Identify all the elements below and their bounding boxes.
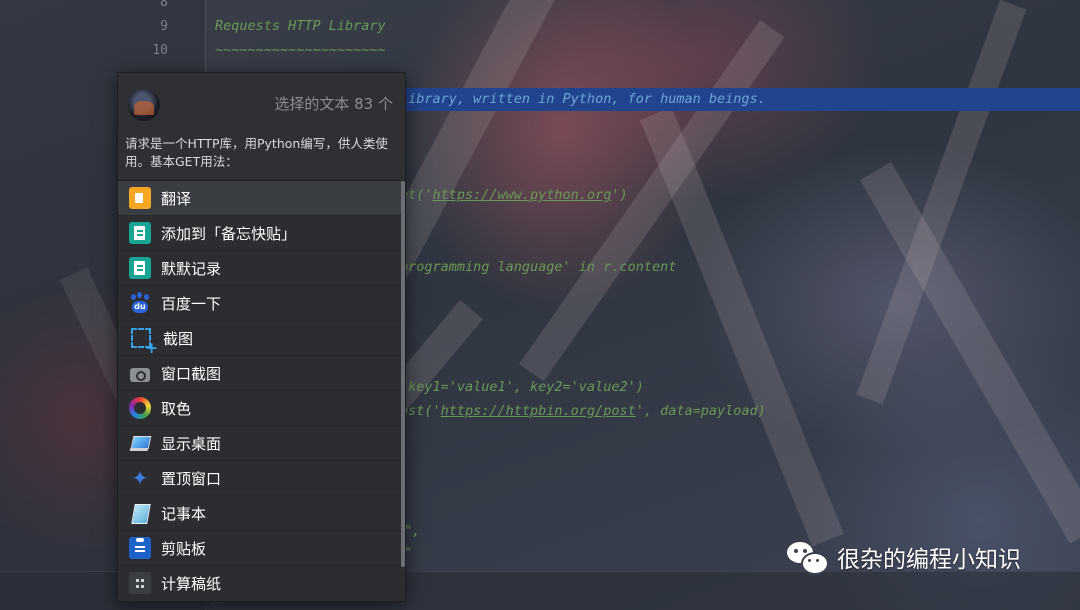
menu-item-label: 窗口截图 bbox=[161, 364, 222, 383]
baidu-icon: du bbox=[129, 292, 151, 314]
menu-item-label: 截图 bbox=[163, 329, 194, 348]
menu-item-clipboard[interactable]: 剪贴板 bbox=[118, 531, 405, 566]
clipboard-icon bbox=[129, 537, 151, 559]
wechat-icon bbox=[787, 540, 829, 575]
menu-item-window-screenshot[interactable]: 窗口截图 bbox=[118, 356, 405, 391]
menu-item-add-to-memo[interactable]: 添加到「备忘快贴」 bbox=[118, 216, 405, 251]
menu-item-label: 剪贴板 bbox=[161, 539, 207, 558]
line-number: 10 bbox=[152, 43, 168, 58]
line-number: 9 bbox=[160, 19, 168, 34]
url-link[interactable]: https://www.python.org bbox=[433, 187, 612, 203]
action-menu: 翻译 添加到「备忘快贴」 默默记录 du 百度一下 截图 窗口截图 bbox=[118, 181, 405, 600]
menu-item-color-picker[interactable]: 取色 bbox=[118, 391, 405, 426]
desktop-icon bbox=[129, 432, 151, 454]
camera-icon bbox=[129, 362, 151, 384]
menu-item-label: 记事本 bbox=[161, 504, 207, 523]
text-action-popup: 选择的文本 83 个 请求是一个HTTP库，用Python编写，供人类使用。基本… bbox=[117, 72, 406, 602]
notepad-icon bbox=[129, 502, 151, 524]
menu-item-screenshot[interactable]: 截图 bbox=[118, 321, 405, 357]
menu-item-baidu-search[interactable]: du 百度一下 bbox=[118, 286, 405, 321]
code-line[interactable]: et('https://www.python.org') bbox=[400, 187, 628, 203]
color-picker-icon bbox=[129, 397, 151, 419]
selection-preview: 请求是一个HTTP库，用Python编写，供人类使用。基本GET用法： bbox=[118, 135, 405, 181]
menu-item-label: 百度一下 bbox=[161, 294, 222, 313]
menu-item-label: 置顶窗口 bbox=[161, 469, 222, 488]
code-line[interactable]: Requests HTTP Library bbox=[215, 18, 386, 34]
watermark-text: 很杂的编程小知识 bbox=[837, 547, 1021, 573]
code-line[interactable]: ~~~~~~~~~~~~~~~~~~~~~ bbox=[215, 42, 386, 58]
code-line[interactable]: """ bbox=[215, 0, 239, 10]
code-line-selected[interactable]: library, written in Python, for human be… bbox=[400, 91, 766, 107]
code-line[interactable]: ost('https://httpbin.org/post', data=pay… bbox=[400, 403, 766, 419]
menu-item-calculator[interactable]: 计算稿纸 bbox=[118, 566, 405, 600]
url-link[interactable]: https://httpbin.org/post bbox=[441, 403, 636, 419]
watermark: 很杂的编程小知识 bbox=[787, 540, 1021, 575]
pin-icon: ✦ bbox=[131, 466, 149, 490]
menu-item-quiet-record[interactable]: 默默记录 bbox=[118, 251, 405, 286]
menu-item-label: 默默记录 bbox=[161, 259, 222, 278]
popup-header: 选择的文本 83 个 bbox=[118, 73, 405, 135]
screenshot-icon bbox=[131, 328, 158, 357]
code-fragment: ', data=payload) bbox=[635, 403, 766, 419]
code-fragment: ost(' bbox=[400, 403, 441, 419]
menu-item-label: 计算稿纸 bbox=[161, 574, 222, 593]
memo-icon bbox=[129, 222, 151, 244]
menu-item-translate[interactable]: 翻译 bbox=[118, 181, 405, 216]
menu-item-label: 显示桌面 bbox=[161, 434, 222, 453]
calculator-icon bbox=[129, 572, 151, 594]
avatar[interactable] bbox=[128, 89, 160, 121]
code-line[interactable]: ", bbox=[404, 523, 420, 539]
menu-item-label: 取色 bbox=[161, 399, 192, 418]
code-line[interactable]: (key1='value1', key2='value2') bbox=[400, 379, 644, 395]
line-number: 8 bbox=[160, 0, 168, 10]
memo-icon bbox=[129, 257, 151, 279]
code-fragment: ') bbox=[611, 187, 628, 203]
selection-count: 选择的文本 83 个 bbox=[274, 95, 393, 113]
code-line[interactable]: programming language' in r.content bbox=[400, 259, 676, 275]
menu-item-label: 添加到「备忘快贴」 bbox=[161, 224, 297, 243]
menu-item-label: 翻译 bbox=[161, 189, 192, 208]
popup-scrollbar[interactable] bbox=[401, 181, 405, 567]
menu-item-pin-window[interactable]: ✦ 置顶窗口 bbox=[118, 461, 405, 496]
translate-icon bbox=[129, 187, 151, 209]
menu-item-notepad[interactable]: 记事本 bbox=[118, 496, 405, 531]
menu-item-show-desktop[interactable]: 显示桌面 bbox=[118, 426, 405, 461]
